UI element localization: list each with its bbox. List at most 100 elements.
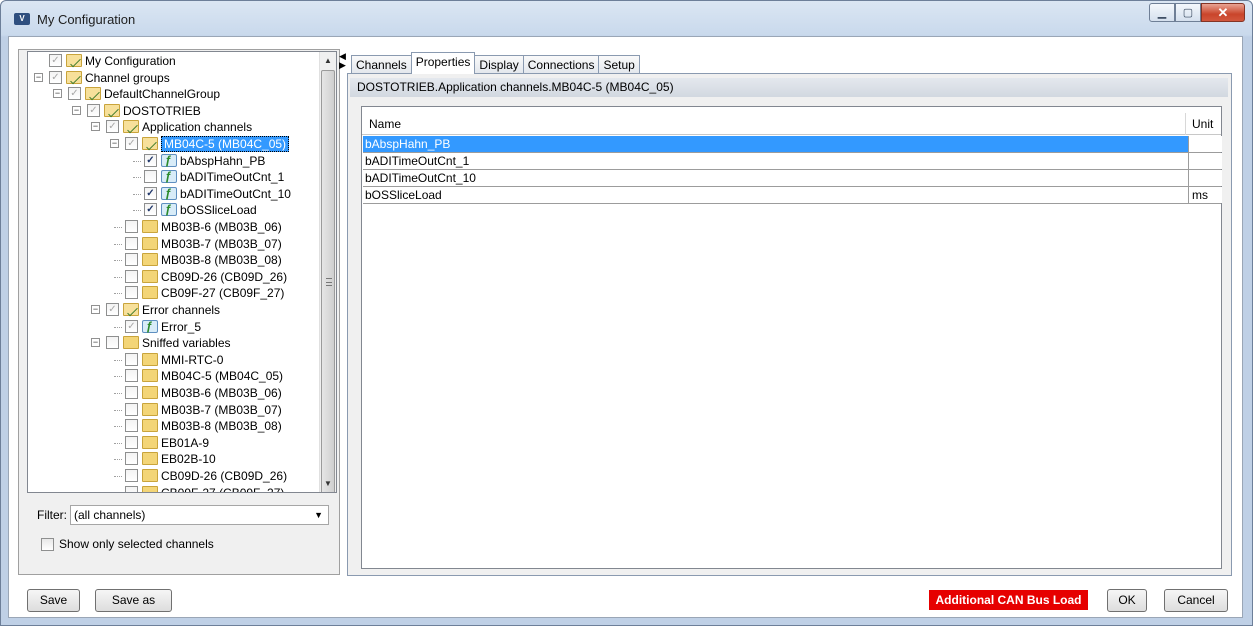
- cancel-button[interactable]: Cancel: [1164, 589, 1228, 612]
- tree-item[interactable]: − ✓ Error channels: [28, 302, 318, 318]
- tree-item-checkbox[interactable]: [125, 269, 138, 283]
- collapse-toggle-icon[interactable]: −: [34, 72, 43, 82]
- tree-item[interactable]: bADITimeOutCnt_1: [28, 169, 318, 185]
- tree-item-label: MB03B-8 (MB03B_08): [161, 253, 282, 268]
- tree-item[interactable]: CB09D-26 (CB09D_26): [28, 468, 318, 484]
- tree-item-checkbox[interactable]: [125, 469, 138, 482]
- tree-item-checkbox[interactable]: ✓: [144, 203, 157, 217]
- tree-item[interactable]: ✓ Error_5: [28, 319, 318, 335]
- tab-connections[interactable]: Connections: [522, 55, 600, 74]
- tree-item[interactable]: − ✓ MB04C-5 (MB04C_05): [28, 136, 318, 152]
- tree-item-checkbox[interactable]: [125, 419, 138, 433]
- filter-dropdown[interactable]: (all channels) ▼: [70, 505, 329, 525]
- tree-item-checkbox[interactable]: ✓: [106, 303, 119, 316]
- row-unit[interactable]: [1188, 170, 1222, 186]
- tree-item[interactable]: − ✓ DefaultChannelGroup: [28, 86, 318, 102]
- title-bar[interactable]: V My Configuration ▁ ▢ ✕: [1, 1, 1252, 37]
- collapse-toggle-icon[interactable]: −: [53, 89, 62, 99]
- tree-item-checkbox[interactable]: ✓: [49, 70, 62, 84]
- tree-item[interactable]: − ✓ Application channels: [28, 119, 318, 135]
- channel-tree[interactable]: ✓ My Configuration − ✓ Channel groups − ✓ Defau…: [27, 51, 337, 493]
- collapse-toggle-icon[interactable]: −: [91, 305, 100, 314]
- collapse-toggle-icon[interactable]: −: [72, 105, 81, 115]
- tree-item-checkbox[interactable]: [125, 253, 138, 267]
- tree-item-checkbox[interactable]: [144, 170, 157, 184]
- tree-item[interactable]: CB09F-27 (CB09F_27): [28, 485, 318, 492]
- tree-item-checkbox[interactable]: [125, 452, 138, 466]
- tree-item-checkbox[interactable]: [125, 485, 138, 492]
- tree-item-checkbox[interactable]: [125, 220, 138, 233]
- tree-item-checkbox[interactable]: ✓: [106, 120, 119, 134]
- tree-item-checkbox[interactable]: ✓: [144, 186, 157, 200]
- tree-item[interactable]: ✓ bOSSliceLoad: [28, 202, 318, 218]
- table-row[interactable]: bOSSliceLoad ms: [363, 187, 1222, 204]
- tab-properties[interactable]: Properties: [410, 52, 476, 74]
- tree-item[interactable]: − ✓ DOSTOTRIEB: [28, 103, 318, 119]
- tree-item[interactable]: MB03B-6 (MB03B_06): [28, 219, 318, 235]
- tree-item-checkbox[interactable]: [125, 352, 138, 366]
- tree-item-checkbox[interactable]: ✓: [49, 54, 62, 67]
- save-button[interactable]: Save: [27, 589, 80, 612]
- folder-icon: [142, 352, 158, 366]
- tree-item[interactable]: ✓ bADITimeOutCnt_10: [28, 186, 318, 202]
- tree-item[interactable]: MB03B-7 (MB03B_07): [28, 236, 318, 252]
- save-as-button[interactable]: Save as: [95, 589, 172, 612]
- tree-item[interactable]: MB03B-8 (MB03B_08): [28, 418, 318, 434]
- tree-item-checkbox[interactable]: ✓: [87, 103, 100, 117]
- tree-item-checkbox[interactable]: [125, 402, 138, 416]
- table-row[interactable]: bADITimeOutCnt_10: [363, 170, 1222, 187]
- table-row[interactable]: bADITimeOutCnt_1: [363, 153, 1222, 170]
- tree-connector: [114, 459, 122, 461]
- tree-item[interactable]: MMI-RTC-0: [28, 352, 318, 368]
- collapse-toggle-icon[interactable]: −: [91, 338, 100, 348]
- tree-item[interactable]: ✓ My Configuration: [28, 53, 318, 69]
- tree-item[interactable]: − ✓ Channel groups: [28, 70, 318, 86]
- tree-item-checkbox[interactable]: ✓: [144, 153, 157, 167]
- column-header-name[interactable]: Name: [369, 117, 401, 131]
- tree-item-checkbox[interactable]: [125, 386, 138, 399]
- tree-item-checkbox[interactable]: [125, 369, 138, 383]
- row-unit[interactable]: [1188, 153, 1222, 169]
- column-divider[interactable]: [1185, 113, 1186, 135]
- tree-item-checkbox[interactable]: [125, 435, 138, 449]
- tree-item[interactable]: ✓ bAbspHahn_PB: [28, 153, 318, 169]
- maximize-button[interactable]: ▢: [1175, 3, 1201, 22]
- collapse-toggle-icon[interactable]: −: [91, 122, 100, 132]
- row-unit[interactable]: [1188, 136, 1222, 152]
- tree-item[interactable]: CB09D-26 (CB09D_26): [28, 269, 318, 285]
- minimize-button[interactable]: ▁: [1149, 3, 1175, 22]
- show-only-selected-checkbox[interactable]: [41, 538, 54, 551]
- tree-item-label: MB03B-8 (MB03B_08): [161, 419, 282, 434]
- tree-item[interactable]: MB04C-5 (MB04C_05): [28, 368, 318, 384]
- column-header-unit[interactable]: Unit: [1192, 117, 1213, 131]
- collapse-toggle-icon[interactable]: −: [110, 139, 119, 148]
- tree-item[interactable]: MB03B-8 (MB03B_08): [28, 252, 318, 268]
- tab-display[interactable]: Display: [474, 55, 524, 74]
- row-unit[interactable]: ms: [1188, 187, 1222, 203]
- tree-item-checkbox[interactable]: [106, 336, 119, 350]
- tree-item[interactable]: EB01A-9: [28, 435, 318, 451]
- tree-item[interactable]: MB03B-6 (MB03B_06): [28, 385, 318, 401]
- tree-connector: [114, 326, 122, 328]
- scroll-down-icon[interactable]: ▼: [320, 475, 336, 492]
- tree-item-checkbox[interactable]: ✓: [68, 87, 81, 101]
- close-button[interactable]: ✕: [1201, 3, 1245, 22]
- tree-item[interactable]: CB09F-27 (CB09F_27): [28, 285, 318, 301]
- splitter-collapse-icon[interactable]: ◀ ▶: [339, 52, 346, 70]
- channel-function-icon: [161, 169, 177, 184]
- tree-item-checkbox[interactable]: ✓: [125, 137, 138, 150]
- tab-setup[interactable]: Setup: [598, 55, 640, 74]
- channel-function-icon: [161, 202, 177, 217]
- tree-item[interactable]: MB03B-7 (MB03B_07): [28, 402, 318, 418]
- tree-item[interactable]: − Sniffed variables: [28, 335, 318, 351]
- tree-item[interactable]: EB02B-10: [28, 451, 318, 467]
- tree-item-checkbox[interactable]: [125, 286, 138, 300]
- tree-scrollbar[interactable]: ▲ ▼: [319, 52, 336, 492]
- tab-channels[interactable]: Channels: [351, 55, 412, 74]
- tree-item-checkbox[interactable]: ✓: [125, 319, 138, 333]
- table-row[interactable]: bAbspHahn_PB: [363, 136, 1222, 153]
- scroll-up-icon[interactable]: ▲: [320, 52, 336, 69]
- tree-item-checkbox[interactable]: [125, 236, 138, 250]
- ok-button[interactable]: OK: [1107, 589, 1147, 612]
- scrollbar-thumb[interactable]: [321, 70, 335, 492]
